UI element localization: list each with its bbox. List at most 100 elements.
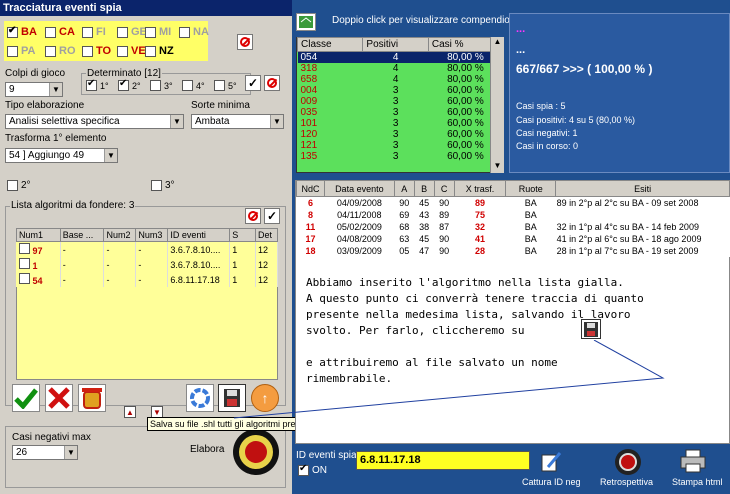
cattura-button[interactable]: Cattura ID neg xyxy=(522,477,581,487)
checkbox-box xyxy=(7,45,18,57)
elabora-button[interactable] xyxy=(233,429,279,475)
on-checkbox[interactable]: ON xyxy=(298,463,327,476)
wheel-to-checkbox[interactable]: TO xyxy=(82,45,111,57)
wheel-mi-checkbox[interactable]: MI xyxy=(145,26,171,38)
table-row[interactable]: 318 4 80,00 % xyxy=(298,63,503,74)
wheel-ve-checkbox[interactable]: VE xyxy=(117,45,146,57)
refresh-button[interactable] xyxy=(186,384,214,412)
eventi-header[interactable]: C xyxy=(433,180,455,197)
eventi-header[interactable]: B xyxy=(413,180,435,197)
clear-list-button[interactable] xyxy=(245,208,261,224)
negativi-select[interactable]: 26 ▼ xyxy=(12,445,78,460)
lista-header[interactable]: Num1 xyxy=(16,228,61,242)
table-row[interactable]: 054 4 80,00 % xyxy=(297,51,503,63)
cancel-icon xyxy=(240,37,250,47)
wheel-ca-checkbox[interactable]: CA xyxy=(45,26,75,38)
eventi-header[interactable]: Esiti xyxy=(555,180,730,197)
select-list-button[interactable]: ✓ xyxy=(264,208,280,224)
classi-header[interactable]: Classe xyxy=(296,37,364,52)
sorte-select[interactable]: Ambata ▼ xyxy=(191,114,284,129)
table-row[interactable]: 035 3 60,00 % xyxy=(298,107,503,118)
pos3-checkbox[interactable]: 3° xyxy=(151,180,175,191)
printer-icon xyxy=(680,449,706,473)
check-all-button[interactable]: ✓ xyxy=(245,75,261,91)
eventi-header[interactable]: A xyxy=(393,180,415,197)
eventi-header[interactable]: NdC xyxy=(296,180,325,197)
red-x-icon xyxy=(48,387,70,409)
lista-header[interactable]: Base ... xyxy=(59,228,105,242)
determinato-5-checkbox[interactable]: 5° xyxy=(214,80,237,91)
table-cell: 89 xyxy=(439,210,450,220)
table-cell: BA xyxy=(524,198,537,208)
table-cell: 054 xyxy=(300,52,318,63)
determinato-2-checkbox[interactable]: 2° xyxy=(118,78,141,91)
info-corso: Casi in corso: 0 xyxy=(516,141,579,151)
checkbox-box xyxy=(82,45,93,57)
table-cell: 45 xyxy=(419,198,430,208)
wheel-ba-checkbox[interactable]: BA xyxy=(7,25,37,38)
table-row[interactable]: 97- - -3.6.7.8.10.... 1 12 xyxy=(16,241,278,257)
classi-scrollbar[interactable]: ▲ ▼ xyxy=(490,37,504,173)
table-row[interactable]: 11 05/02/2009 68 38 87 32 BA 32 in 1°p al 4°c s… xyxy=(297,221,730,233)
colpi-select[interactable]: 9 ▼ xyxy=(5,82,63,97)
table-cell: 90 xyxy=(439,198,450,208)
table-cell: 4 xyxy=(392,52,399,63)
wheel-label: FI xyxy=(96,26,106,38)
table-cell: - xyxy=(135,272,169,287)
table-cell: 43 xyxy=(419,210,430,220)
idspia-input[interactable]: 6.8.11.17.18 xyxy=(356,451,530,470)
tipo-select[interactable]: Analisi selettiva specifica ▼ xyxy=(5,114,184,129)
retro-button[interactable]: Retrospettiva xyxy=(600,477,653,487)
table-cell: - xyxy=(60,241,105,257)
eventi-header[interactable]: X trasf. xyxy=(453,180,507,197)
table-row[interactable]: 6 04/09/2008 90 45 90 89 BA 89 in 2°p al 2°c su… xyxy=(297,197,730,210)
wheel-ge-checkbox[interactable]: GE xyxy=(117,26,147,38)
lista-header[interactable]: ID eventi xyxy=(167,228,231,242)
confirm-button[interactable] xyxy=(12,384,40,412)
lista-header[interactable]: S xyxy=(229,228,257,242)
lista-header[interactable]: Num2 xyxy=(103,228,137,242)
info-dots-1: ... xyxy=(516,23,526,35)
uncheck-all-button[interactable] xyxy=(264,75,280,91)
lista-header[interactable]: Det xyxy=(255,228,278,242)
wheel-fi-checkbox[interactable]: FI xyxy=(82,26,106,38)
classi-header[interactable]: Positivi xyxy=(362,37,429,52)
compendio-button[interactable] xyxy=(296,13,316,31)
determinato-1-checkbox[interactable]: 1° xyxy=(86,78,109,91)
table-row[interactable]: 1- - -3.6.7.8.10.... 1 12 xyxy=(16,257,278,272)
lista-header[interactable]: Num3 xyxy=(135,228,169,242)
determinato-3-checkbox[interactable]: 3° xyxy=(150,80,173,91)
info-result: 667/667 >>> ( 100,00 % ) xyxy=(516,62,653,76)
table-cell: - xyxy=(135,241,169,257)
table-cell: 90 xyxy=(399,198,410,208)
table-row[interactable]: 121 3 60,00 % xyxy=(298,140,503,151)
table-row[interactable]: 54- - -6.8.11.17.18 1 12 xyxy=(16,272,278,287)
wheel-pa-checkbox[interactable]: PA xyxy=(7,45,35,57)
stampa-button[interactable]: Stampa html xyxy=(672,477,723,487)
determinato-4-checkbox[interactable]: 4° xyxy=(182,80,205,91)
delete-button[interactable] xyxy=(45,384,73,412)
wheel-ro-checkbox[interactable]: RO xyxy=(45,45,76,57)
table-row[interactable]: 009 3 60,00 % xyxy=(298,96,503,107)
table-cell: 3 xyxy=(392,118,399,129)
table-row[interactable]: 120 3 60,00 % xyxy=(298,129,503,140)
trasforma-select[interactable]: 54 ] Aggiungo 49 ▼ xyxy=(5,148,118,163)
table-row[interactable]: 135 3 60,00 % xyxy=(298,151,503,162)
eventi-header[interactable]: Ruote xyxy=(505,180,557,197)
table-row[interactable]: 8 04/11/2008 69 43 89 75 BA xyxy=(297,209,730,221)
wheel-nz-checkbox[interactable]: NZ xyxy=(145,45,174,57)
wheel-na-checkbox[interactable]: NA xyxy=(179,26,209,38)
table-row[interactable]: 658 4 80,00 % xyxy=(298,74,503,85)
tipo-label: Tipo elaborazione xyxy=(5,100,85,111)
determinato-label: 2° xyxy=(132,80,141,91)
clear-wheels-button[interactable] xyxy=(237,34,253,50)
table-row[interactable]: 101 3 60,00 % xyxy=(298,118,503,129)
pos2-checkbox[interactable]: 2° xyxy=(7,180,31,191)
checkbox-box xyxy=(182,80,193,91)
eventi-header[interactable]: Data evento xyxy=(323,180,395,197)
table-row[interactable]: 004 3 60,00 % xyxy=(298,85,503,96)
table-row[interactable]: 17 04/08/2009 63 45 90 41 BA 41 in 2°p al 6°c s… xyxy=(297,233,730,245)
table-row[interactable]: 18 03/09/2009 05 47 90 28 BA 28 in 1°p al 7°c s… xyxy=(297,245,730,257)
trash-button[interactable] xyxy=(78,384,106,412)
move-up-button[interactable]: ▲ xyxy=(124,406,136,418)
